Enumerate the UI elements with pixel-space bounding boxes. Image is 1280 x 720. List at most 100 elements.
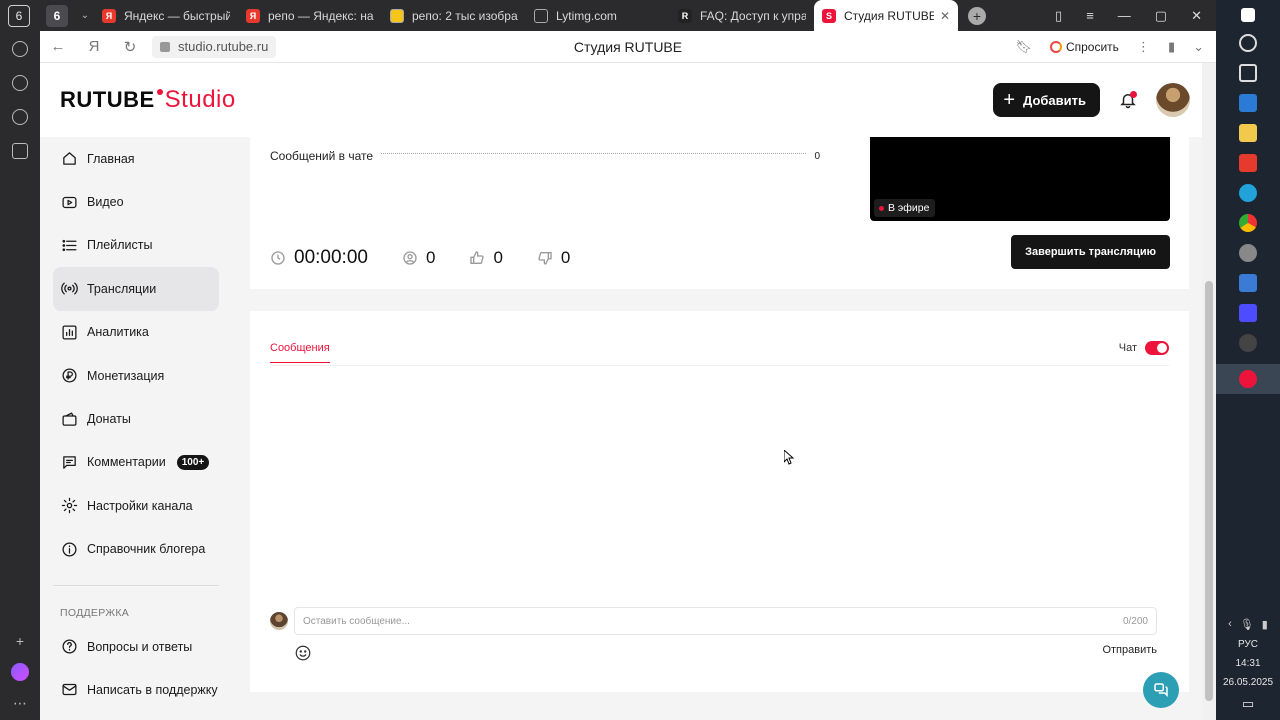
tab-close-icon[interactable]: ✕	[934, 9, 950, 23]
browser-tab[interactable]: S Студия RUTUBE ✕	[814, 0, 958, 31]
yandex-icon[interactable]	[1239, 154, 1257, 172]
sidebar-item-label: Настройки канала	[87, 498, 193, 513]
browser-menu-icon[interactable]: ≡	[1086, 8, 1094, 24]
message-input[interactable]	[303, 615, 1123, 627]
download-icon[interactable]	[12, 109, 28, 125]
sidebar-item-video[interactable]: Видео	[53, 180, 219, 223]
search-icon[interactable]	[1239, 34, 1257, 52]
url-field[interactable]: studio.rutube.ru	[152, 35, 277, 58]
browser-tab[interactable]: Lytimg.com	[526, 0, 670, 31]
sidebar-item-broadcast[interactable]: Трансляции	[53, 267, 219, 311]
tab-label: Lytimg.com	[556, 8, 617, 23]
sidebar-item-label: Трансляции	[87, 281, 157, 296]
tab-messages[interactable]: Сообщения	[270, 342, 330, 363]
add-button[interactable]: + Добавить	[993, 83, 1100, 117]
chrome-icon[interactable]	[1239, 214, 1257, 232]
support-item-question[interactable]: Вопросы и ответы	[53, 625, 219, 668]
support-item-mail[interactable]: Написать в поддержку	[53, 668, 219, 711]
clock-date[interactable]: 26.05.2025	[1223, 677, 1273, 688]
tray-chevron-icon[interactable]: ‹	[1228, 618, 1232, 631]
microphone-icon[interactable]: 🎙︎	[1240, 618, 1254, 631]
monitor-icon[interactable]	[1239, 274, 1257, 292]
tab-counter[interactable]: 6	[8, 4, 30, 27]
sidebar-divider	[53, 584, 219, 586]
tab-favicon-icon: Я	[102, 8, 116, 23]
sidebar-item-analytics[interactable]: Аналитика	[53, 311, 219, 354]
screenshot-icon[interactable]	[12, 143, 28, 159]
video-icon	[61, 194, 78, 211]
tab-label: FAQ: Доступ к управ	[700, 8, 806, 23]
support-section-title: ПОДДЕРЖКА	[60, 606, 130, 619]
folder-icon[interactable]	[1239, 124, 1257, 142]
tab-group-button[interactable]: 6	[46, 4, 68, 27]
sidebar-item-label: Видео	[87, 195, 124, 210]
lock-icon	[160, 41, 170, 52]
sidebar-item-gear[interactable]: Настройки канала	[53, 484, 219, 527]
emoji-icon[interactable]	[294, 644, 312, 662]
tab-label: Студия RUTUBE	[844, 8, 934, 23]
browser-tab[interactable]: Я Яндекс — быстрый п	[94, 0, 238, 31]
language-indicator[interactable]: РУС	[1238, 639, 1258, 650]
ask-button[interactable]: Спросить	[1049, 40, 1119, 54]
alice-assistant-icon[interactable]	[11, 663, 29, 681]
sidebar-item-home[interactable]: Главная	[53, 137, 219, 180]
gear-icon	[61, 497, 78, 514]
minimize-icon[interactable]: —	[1118, 8, 1131, 24]
help-chat-button[interactable]	[1143, 672, 1179, 708]
address-bar: ← Я ↻ studio.rutube.ru Студия RUTUBE 🔖︎ …	[40, 31, 1216, 63]
sidebar-item-info[interactable]: Справочник блогера	[53, 528, 219, 571]
recorder-icon[interactable]	[1239, 334, 1257, 352]
kebab-menu-icon[interactable]: ⋮	[1137, 39, 1150, 55]
clock-time[interactable]: 14:31	[1235, 658, 1260, 669]
send-button[interactable]: Отправить	[1102, 644, 1157, 656]
sidebar-item-comments[interactable]: Комментарии 100+	[53, 441, 219, 484]
windows-start-icon[interactable]	[1241, 8, 1255, 22]
sidebar-item-donations[interactable]: Донаты	[53, 397, 219, 440]
edge-icon[interactable]	[1239, 184, 1257, 202]
rutube-studio-logo[interactable]: RUTUBE Studio	[60, 86, 236, 114]
office-icon[interactable]	[1239, 94, 1257, 112]
new-tab-button[interactable]: +	[968, 6, 986, 25]
add-panel-icon[interactable]: +	[16, 633, 24, 649]
close-window-icon[interactable]: ✕	[1191, 8, 1202, 24]
bookmark-icon[interactable]: 🔖︎	[1015, 39, 1032, 55]
app-blue-icon[interactable]	[1239, 304, 1257, 322]
chat-switch[interactable]	[1145, 341, 1169, 355]
user-avatar[interactable]	[1156, 83, 1190, 117]
sidebar-item-monetization[interactable]: Монетизация	[53, 354, 219, 397]
logo-accent: Studio	[164, 86, 236, 113]
taskbar-yandex-browser[interactable]	[1216, 364, 1280, 394]
tab-label: репо — Яндекс: нашл	[268, 8, 374, 23]
composer-avatar	[270, 612, 288, 630]
history-icon[interactable]	[12, 41, 28, 57]
app-icon[interactable]	[1239, 244, 1257, 262]
thumbs-up-icon	[470, 251, 485, 264]
likes-value: 0	[493, 248, 503, 267]
sidebar-item-playlist[interactable]: Плейлисты	[53, 224, 219, 267]
browser-tab[interactable]: R FAQ: Доступ к управ	[670, 0, 814, 31]
stream-preview[interactable]: В эфире	[870, 137, 1170, 221]
downloads-chevron-icon[interactable]: ⌄	[1193, 39, 1204, 55]
tabs-chevron-icon[interactable]: ⌄	[76, 10, 94, 21]
page-scrollbar[interactable]	[1202, 63, 1216, 720]
tabs-menu-icon[interactable]: ▯	[1055, 8, 1062, 24]
chat-toggle-label: Чат	[1118, 342, 1137, 354]
maximize-icon[interactable]: ▢	[1155, 8, 1167, 24]
message-input-box: 0/200	[294, 607, 1157, 635]
extensions-icon[interactable]: ▮	[1168, 39, 1175, 55]
browser-tab[interactable]: Ярепо — Яндекс: нашл	[238, 0, 382, 31]
more-panel-icon[interactable]: ⋯	[13, 695, 27, 712]
yandex-home-icon[interactable]: Я	[76, 38, 112, 55]
browser-tab[interactable]: репо: 2 тыс изображ	[382, 0, 526, 31]
network-icon[interactable]: ▮	[1262, 618, 1268, 631]
end-stream-button[interactable]: Завершить трансляцию	[1011, 235, 1170, 269]
reload-icon[interactable]: ↻	[112, 38, 148, 56]
notifications-icon[interactable]: ▭	[1242, 696, 1254, 712]
dislikes-value: 0	[560, 248, 571, 267]
scrollbar-thumb[interactable]	[1205, 281, 1213, 701]
task-view-icon[interactable]	[1239, 64, 1257, 82]
sidebar-item-label: Аналитика	[87, 325, 149, 340]
back-icon[interactable]: ←	[40, 38, 76, 55]
media-icon[interactable]	[12, 75, 28, 91]
notifications-bell-icon[interactable]	[1118, 90, 1138, 110]
